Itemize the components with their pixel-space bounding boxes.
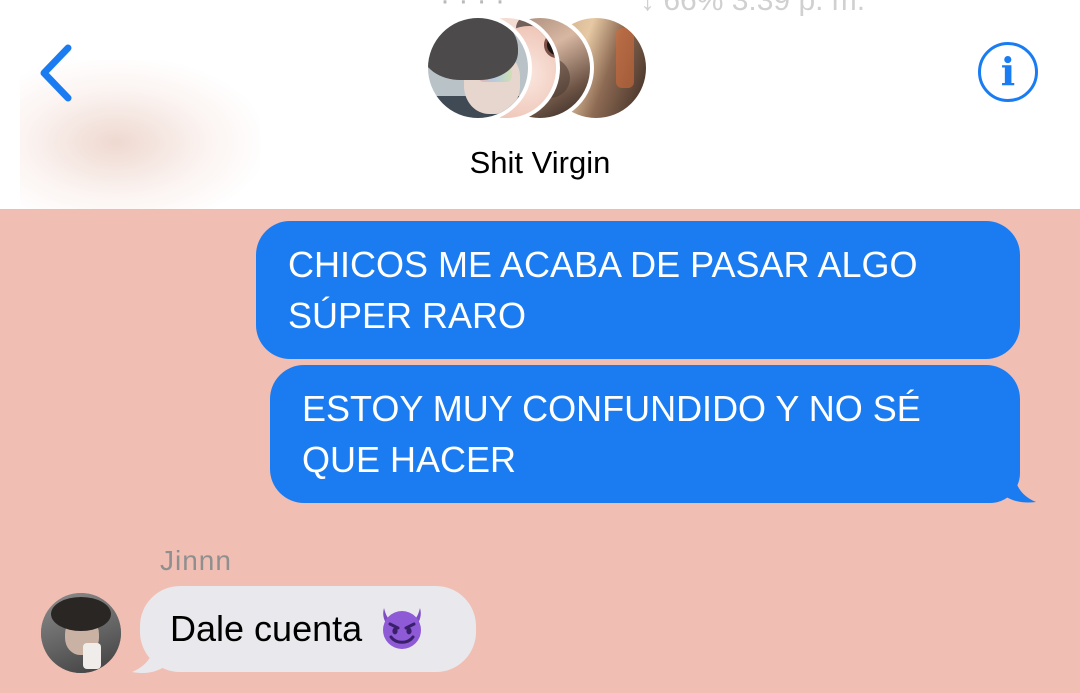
message-text: Dale cuenta: [170, 608, 363, 649]
status-bar: · · · · ↕ 66% 3:39 p. m.: [0, 0, 1080, 17]
message-text-line: CHICOS ME ACABA DE PASAR ALGO: [288, 244, 918, 285]
sender-name: Jinnn: [160, 545, 232, 576]
group-avatars[interactable]: [424, 14, 664, 124]
message-text-line: ESTOY MUY CONFUNDIDO Y NO SÉ: [302, 388, 921, 429]
sender-avatar[interactable]: [41, 593, 121, 673]
chat-header: · · · · ↕ 66% 3:39 p. m. Shit Virgin i: [0, 0, 1080, 210]
smiling-devil-emoji: [383, 608, 422, 650]
outgoing-message[interactable]: CHICOS ME ACABA DE PASAR ALGO SÚPER RARO: [256, 221, 1020, 359]
chat-title[interactable]: Shit Virgin: [340, 145, 740, 181]
chevron-left-icon: [40, 44, 72, 102]
info-icon: i: [1000, 49, 1016, 94]
info-button[interactable]: i: [978, 42, 1038, 102]
message-text-line: SÚPER RARO: [288, 295, 527, 336]
back-button[interactable]: [30, 40, 86, 106]
incoming-message[interactable]: Dale cuenta: [140, 586, 476, 672]
status-bar-right: ↕ 66% 3:39 p. m.: [640, 0, 866, 17]
message-text-line: QUE HACER: [302, 439, 517, 480]
outgoing-message[interactable]: ESTOY MUY CONFUNDIDO Y NO SÉ QUE HACER: [270, 365, 1020, 503]
chat-screen: · · · · ↕ 66% 3:39 p. m. Shit Virgin i C…: [0, 0, 1080, 693]
bubble-tail: [1000, 468, 1036, 503]
group-avatar-1: [424, 14, 532, 122]
